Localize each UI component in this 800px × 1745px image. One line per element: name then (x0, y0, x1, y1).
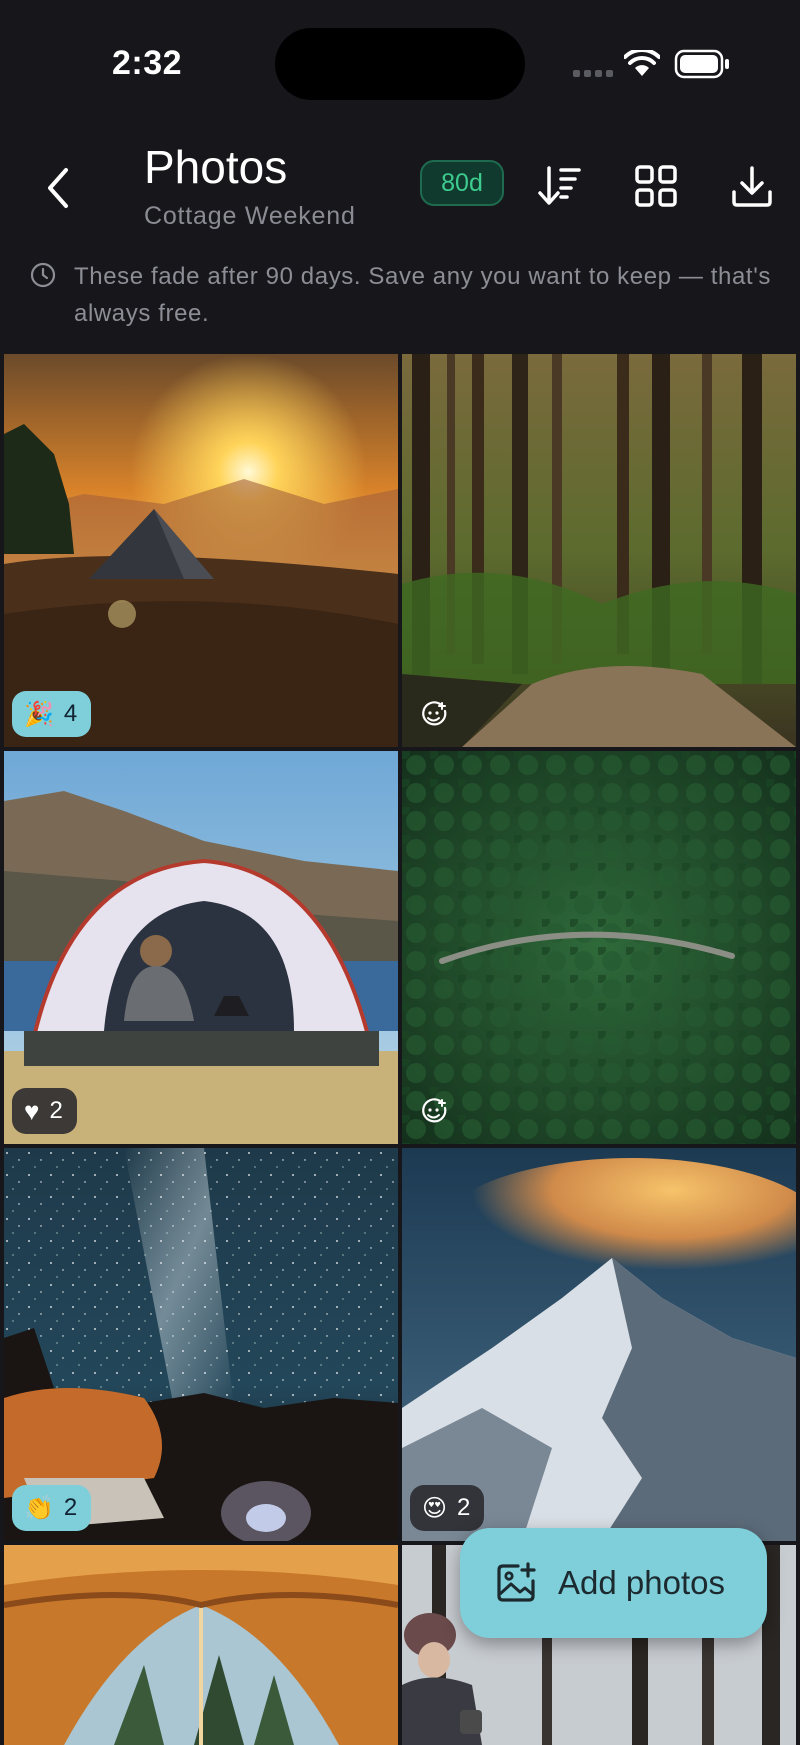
page-title: Photos (144, 141, 288, 193)
photo-image (4, 1148, 398, 1541)
add-reaction-button[interactable] (416, 1094, 452, 1130)
add-photos-button[interactable]: Add photos (460, 1528, 767, 1638)
dynamic-island (275, 28, 525, 100)
add-photos-label: Add photos (558, 1564, 725, 1601)
reaction-emoji: 😍 (422, 1494, 448, 1522)
photo-image (4, 751, 398, 1144)
download-icon (732, 166, 772, 207)
photo-image (4, 1545, 398, 1745)
photo-tile[interactable]: 👏 2 (4, 1148, 398, 1541)
wifi-icon (624, 50, 660, 76)
grid-view-icon (635, 165, 677, 207)
download-button[interactable] (724, 158, 780, 214)
expiry-days-badge[interactable]: 80d (420, 160, 504, 206)
reaction-chip[interactable]: 😍 2 (410, 1485, 485, 1531)
reaction-count: 2 (63, 1494, 78, 1521)
reaction-chip[interactable]: 🎉 4 (12, 691, 92, 737)
grid-view-button[interactable] (628, 158, 684, 214)
cellular-signal-icon (573, 70, 613, 77)
back-button[interactable] (36, 160, 80, 216)
reaction-count: 4 (63, 700, 78, 727)
heart-icon: ♥ (24, 1095, 40, 1126)
battery-icon (674, 49, 729, 79)
photo-image (402, 751, 796, 1144)
fade-notice-text: These fade after 90 days. Save any you w… (74, 263, 771, 327)
reaction-emoji: 🎉 (24, 700, 54, 728)
add-reaction-icon (422, 701, 447, 726)
clock-icon (30, 262, 56, 288)
photo-tile[interactable] (402, 751, 796, 1144)
reaction-count: 2 (457, 1494, 471, 1521)
app-header: Photos Cottage Weekend 80d (0, 140, 800, 250)
photo-tile[interactable]: 🎉 4 (4, 354, 398, 747)
add-reaction-button[interactable] (416, 697, 452, 733)
photo-tile[interactable] (4, 1545, 398, 1745)
reaction-chip[interactable]: ♥ 2 (12, 1088, 77, 1134)
reaction-emoji: 👏 (24, 1494, 54, 1522)
add-photo-icon (497, 1562, 536, 1602)
sort-descending-icon (538, 166, 581, 205)
add-reaction-icon (422, 1098, 447, 1123)
photo-image (4, 354, 398, 747)
photo-tile[interactable]: ♥ 2 (4, 751, 398, 1144)
status-time: 2:32 (112, 44, 183, 82)
reaction-count: 2 (49, 1097, 63, 1124)
photo-tile[interactable] (402, 354, 796, 747)
status-bar: 2:32 (0, 0, 800, 130)
album-name: Cottage Weekend (144, 202, 356, 230)
photo-tile[interactable]: 😍 2 (402, 1148, 796, 1541)
reaction-chip[interactable]: 👏 2 (12, 1485, 92, 1531)
sort-button[interactable] (532, 158, 588, 214)
chevron-left-icon (48, 168, 68, 208)
photo-image (402, 1148, 796, 1541)
photo-image (402, 354, 796, 747)
